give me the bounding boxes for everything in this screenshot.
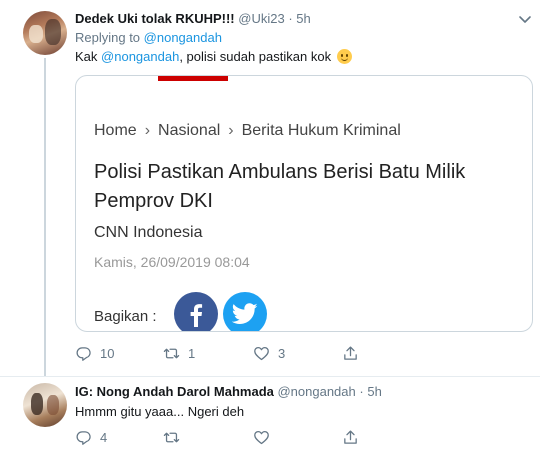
tweet-text: Hmmm gitu yaaa... Ngeri deh [75, 404, 245, 419]
reply-count: 4 [100, 430, 108, 445]
replying-label: Replying to [75, 30, 141, 45]
reply-button[interactable]: 10 [75, 345, 114, 362]
card-title: Polisi Pastikan Ambulans Berisi Batu Mil… [94, 161, 466, 212]
timestamp[interactable]: 5h [296, 11, 310, 26]
reply-icon [76, 347, 91, 361]
tweet-reply-2[interactable]: IG: Nong Andah Darol Mahmada @nongandah … [0, 376, 540, 454]
display-name[interactable]: Dedek Uki tolak RKUHP!!! [75, 11, 235, 26]
tweet-header: Dedek Uki tolak RKUHP!!! @Uki23 · 5h [75, 11, 311, 27]
reply-button[interactable]: 4 [75, 429, 107, 446]
breadcrumb-nasional: Nasional [158, 122, 221, 139]
user-handle[interactable]: @nongandah [277, 384, 355, 399]
share-button[interactable] [342, 345, 359, 362]
facebook-share-button [174, 292, 218, 331]
timestamp[interactable]: 5h [367, 384, 381, 399]
heart-icon [254, 346, 269, 361]
like-button[interactable] [253, 429, 270, 446]
breadcrumb: Home › Nasional › Berita Hukum Kriminal [94, 122, 401, 140]
tweet-header: IG: Nong Andah Darol Mahmada @nongandah … [75, 384, 382, 400]
mention-link[interactable]: @nongandah [101, 49, 179, 64]
breadcrumb-separator: › [228, 122, 234, 139]
share-icon [344, 346, 357, 360]
like-button[interactable]: 3 [253, 345, 285, 362]
reply-icon [76, 431, 91, 445]
tweet-text-prefix: Kak [75, 49, 98, 64]
share-icon [344, 430, 357, 444]
share-button[interactable] [342, 429, 359, 446]
reply-count: 10 [100, 346, 115, 361]
twitter-share-button [223, 292, 267, 331]
separator-dot: · [359, 384, 364, 399]
card-accent-bar [158, 76, 228, 81]
tweet-actions: 4 [75, 429, 475, 449]
replying-to: Replying to @nongandah [75, 30, 222, 45]
retweet-icon [163, 432, 180, 443]
avatar[interactable] [23, 383, 67, 427]
retweet-button[interactable]: 1 [163, 345, 195, 362]
tweet-reply-1[interactable]: Dedek Uki tolak RKUHP!!! @Uki23 · 5h Rep… [0, 0, 540, 376]
separator-dot: · [288, 11, 293, 26]
display-name[interactable]: IG: Nong Andah Darol Mahmada [75, 384, 274, 399]
share-label: Bagikan : [94, 308, 157, 325]
retweet-button[interactable] [163, 429, 180, 446]
breadcrumb-home: Home [94, 122, 137, 139]
breadcrumb-kriminal: Berita Hukum Kriminal [241, 122, 401, 139]
user-handle[interactable]: @Uki23 [238, 11, 284, 26]
retweet-count: 1 [188, 346, 196, 361]
card-date: Kamis, 26/09/2019 08:04 [94, 254, 250, 270]
like-count: 3 [278, 346, 286, 361]
tweet-text: Kak @nongandah, polisi sudah pastikan ko… [75, 49, 352, 65]
twitter-icon [232, 303, 258, 324]
tweet-text-suffix: , polisi sudah pastikan kok [179, 49, 332, 64]
retweet-icon [163, 348, 180, 359]
chevron-down-icon[interactable] [518, 12, 532, 26]
link-card[interactable]: Home › Nasional › Berita Hukum Kriminal Poli… [75, 75, 533, 332]
tweet-actions: 10 1 3 [75, 345, 475, 365]
replying-to-link[interactable]: @nongandah [144, 30, 222, 45]
smile-emoji-icon [336, 49, 352, 64]
card-source: CNN Indonesia [94, 224, 203, 241]
facebook-icon [190, 304, 203, 327]
heart-icon [254, 430, 269, 445]
breadcrumb-separator: › [144, 122, 151, 139]
avatar[interactable] [23, 11, 67, 55]
